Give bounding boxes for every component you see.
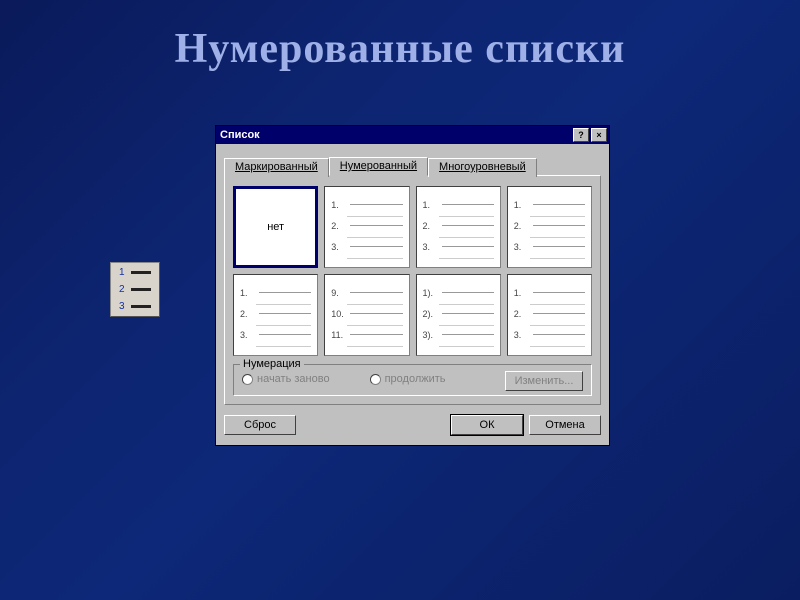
dialog-title: Список xyxy=(220,129,260,141)
num-label: 2. xyxy=(423,221,439,231)
num-label: 2. xyxy=(331,221,347,231)
option-r1c3[interactable]: 1. 2. 3. xyxy=(507,274,592,356)
icon-row: 3 xyxy=(119,301,151,312)
radio-continue-label: продолжить xyxy=(385,373,446,385)
option-r1c0[interactable]: 1. 2. 3. xyxy=(233,274,318,356)
cancel-button[interactable]: Отмена xyxy=(529,415,601,435)
option-none[interactable]: нет xyxy=(233,186,318,268)
radio-restart[interactable]: начать заново xyxy=(242,373,330,385)
option-r1c2[interactable]: 1). 2). 3). xyxy=(416,274,501,356)
tab-panel: нет 1. 2. 3. 1. 2. 3. 1. 2. 3. xyxy=(224,175,601,405)
num-label: 1. xyxy=(240,288,256,298)
radio-icon xyxy=(370,374,381,385)
option-r1c1[interactable]: 9. 10. 11. xyxy=(324,274,409,356)
num-label: 2. xyxy=(514,309,530,319)
icon-row: 2 xyxy=(119,284,151,295)
option-r0c2[interactable]: 1. 2. 3. xyxy=(416,186,501,268)
dialog-titlebar[interactable]: Список ? × xyxy=(216,126,609,144)
tab-multilevel[interactable]: Многоуровневый xyxy=(428,158,537,177)
num-label: 1. xyxy=(514,288,530,298)
num-label: 9. xyxy=(331,288,347,298)
numbered-list-toolbar-icon[interactable]: 1 2 3 xyxy=(110,262,160,317)
num-label: 1). xyxy=(423,288,439,298)
num-label: 3. xyxy=(423,242,439,252)
num-label: 10. xyxy=(331,309,347,319)
num-label: 3. xyxy=(240,330,256,340)
reset-button[interactable]: Сброс xyxy=(224,415,296,435)
close-button[interactable]: × xyxy=(591,128,607,142)
option-r0c3[interactable]: 1. 2. 3. xyxy=(507,186,592,268)
num-label: 11. xyxy=(331,330,347,340)
help-button[interactable]: ? xyxy=(573,128,589,142)
radio-restart-label: начать заново xyxy=(257,373,330,385)
icon-row: 1 xyxy=(119,267,151,278)
num-label: 1. xyxy=(423,200,439,210)
num-label: 2. xyxy=(514,221,530,231)
num-label: 3. xyxy=(331,242,347,252)
num-label: 1. xyxy=(514,200,530,210)
option-none-label: нет xyxy=(240,221,311,233)
num-label: 3). xyxy=(423,330,439,340)
num-label: 2. xyxy=(240,309,256,319)
tab-numbered[interactable]: Нумерованный xyxy=(329,157,428,176)
num-label: 3. xyxy=(514,330,530,340)
num-label: 2). xyxy=(423,309,439,319)
option-r0c1[interactable]: 1. 2. 3. xyxy=(324,186,409,268)
list-dialog: Список ? × Маркированный Нумерованный Мн… xyxy=(215,125,610,446)
num-label: 1. xyxy=(331,200,347,210)
groupbox-title: Нумерация xyxy=(240,358,304,370)
change-button[interactable]: Изменить... xyxy=(505,371,583,391)
radio-icon xyxy=(242,374,253,385)
tab-bulleted[interactable]: Маркированный xyxy=(224,158,329,177)
radio-continue[interactable]: продолжить xyxy=(370,373,446,385)
ok-button[interactable]: ОК xyxy=(451,415,523,435)
slide-title: Нумерованные списки xyxy=(0,0,800,73)
num-label: 3. xyxy=(514,242,530,252)
tab-strip: Маркированный Нумерованный Многоуровневы… xyxy=(224,156,601,175)
numbering-groupbox: Нумерация начать заново продолжить Измен… xyxy=(233,364,592,396)
